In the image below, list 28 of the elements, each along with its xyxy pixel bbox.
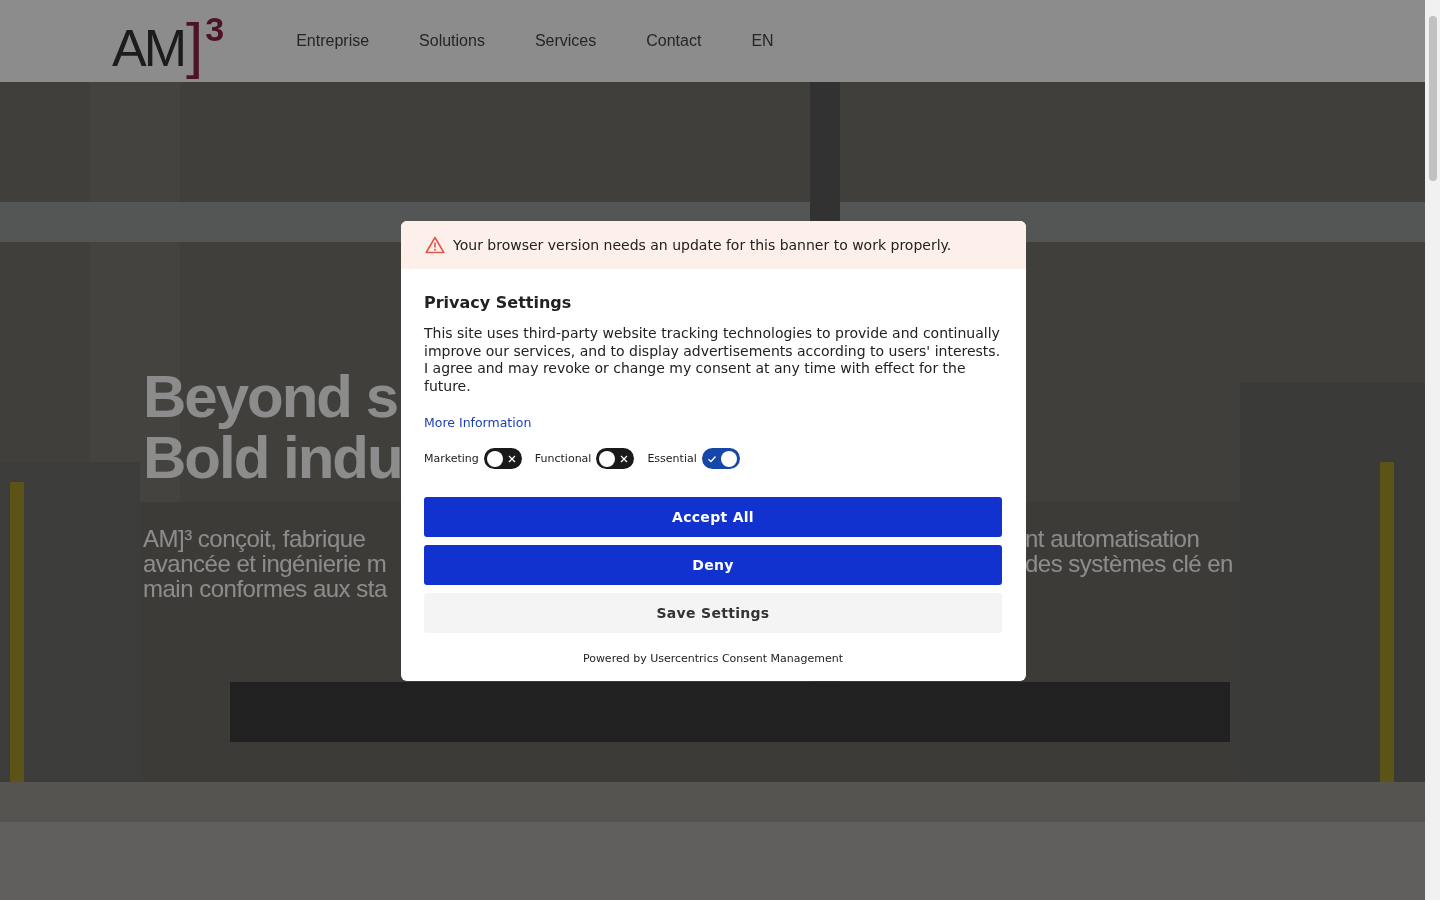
consent-button[interactable]: Accept All [424,497,1002,537]
consent-button[interactable]: Deny [424,545,1002,585]
toggle-label: Essential [647,452,697,465]
powered-by-text: Powered by Usercentrics Consent Management [581,652,845,665]
more-information-link[interactable]: More Information [424,415,532,430]
nav-link[interactable]: Contact [646,32,702,50]
toggle-switch[interactable] [701,448,740,469]
consent-button[interactable]: Save Settings [424,593,1002,633]
nav-link[interactable]: Entreprise [296,32,370,50]
nav-link[interactable]: EN [751,32,774,50]
warning-icon [425,236,445,254]
toggle-switch[interactable] [483,448,522,469]
toggle-switch[interactable] [596,448,635,469]
hero-subtitle-text: AM]³ conçoit, fabrique [143,525,366,552]
consent-text: This site uses third-party website tracking technologies to provide and continually improve our services, and to display advertisements according to users' interests. I agree and may revoke or change my consent at any time with effect for the future. [424,325,1002,395]
hero-heading-text: Beyond s [143,366,398,427]
hero-subtitle-text: des systèmes clé en [1025,551,1233,576]
dialog-title: Privacy Settings [424,293,573,313]
close-icon [506,453,517,464]
check-icon [706,453,717,464]
close-icon [619,453,630,464]
scrollbar-thumb[interactable] [1429,16,1437,181]
hero-subtitle-text: nt automatisation [1025,526,1200,551]
warning-text: Your browser version needs an update for this banner to work properly. [453,237,952,253]
toggle-label: Marketing [424,452,479,465]
toggle-label: Functional [534,452,592,465]
nav-link[interactable]: Solutions [419,32,485,50]
nav-link[interactable]: Services [534,32,597,50]
